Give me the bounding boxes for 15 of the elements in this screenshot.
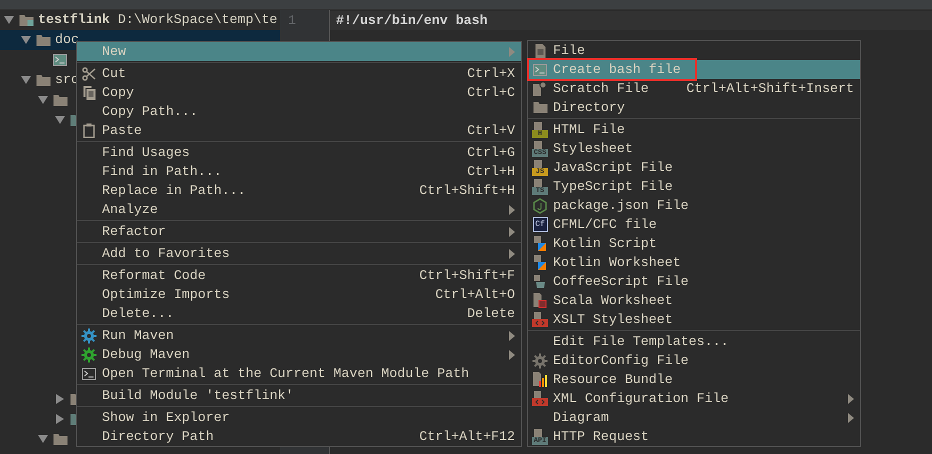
shortcut-label: Ctrl+V: [467, 122, 515, 140]
shortcut-label: Delete: [467, 304, 515, 323]
shortcut-label: Ctrl+Alt+F12: [419, 428, 515, 446]
shortcut-label: Ctrl+Shift+F: [419, 266, 515, 285]
file-type-icon: Cf: [532, 217, 548, 232]
shortcut-label: Ctrl+Shift+H: [419, 182, 515, 200]
shortcut-label: Ctrl+G: [467, 144, 515, 162]
shortcut-label: Ctrl+C: [467, 84, 515, 102]
tree-label: doc: [55, 31, 79, 50]
module-path: D:\WorkSpace\temp\te: [118, 11, 278, 30]
tree-label: testflink: [38, 11, 110, 30]
shortcut-label: Ctrl+Alt+O: [435, 286, 515, 304]
shortcut-label: Ctrl+Alt+Shift+Insert: [686, 80, 854, 98]
shortcut-label: Ctrl+X: [467, 64, 515, 83]
shortcut-label: Ctrl+H: [467, 162, 515, 181]
